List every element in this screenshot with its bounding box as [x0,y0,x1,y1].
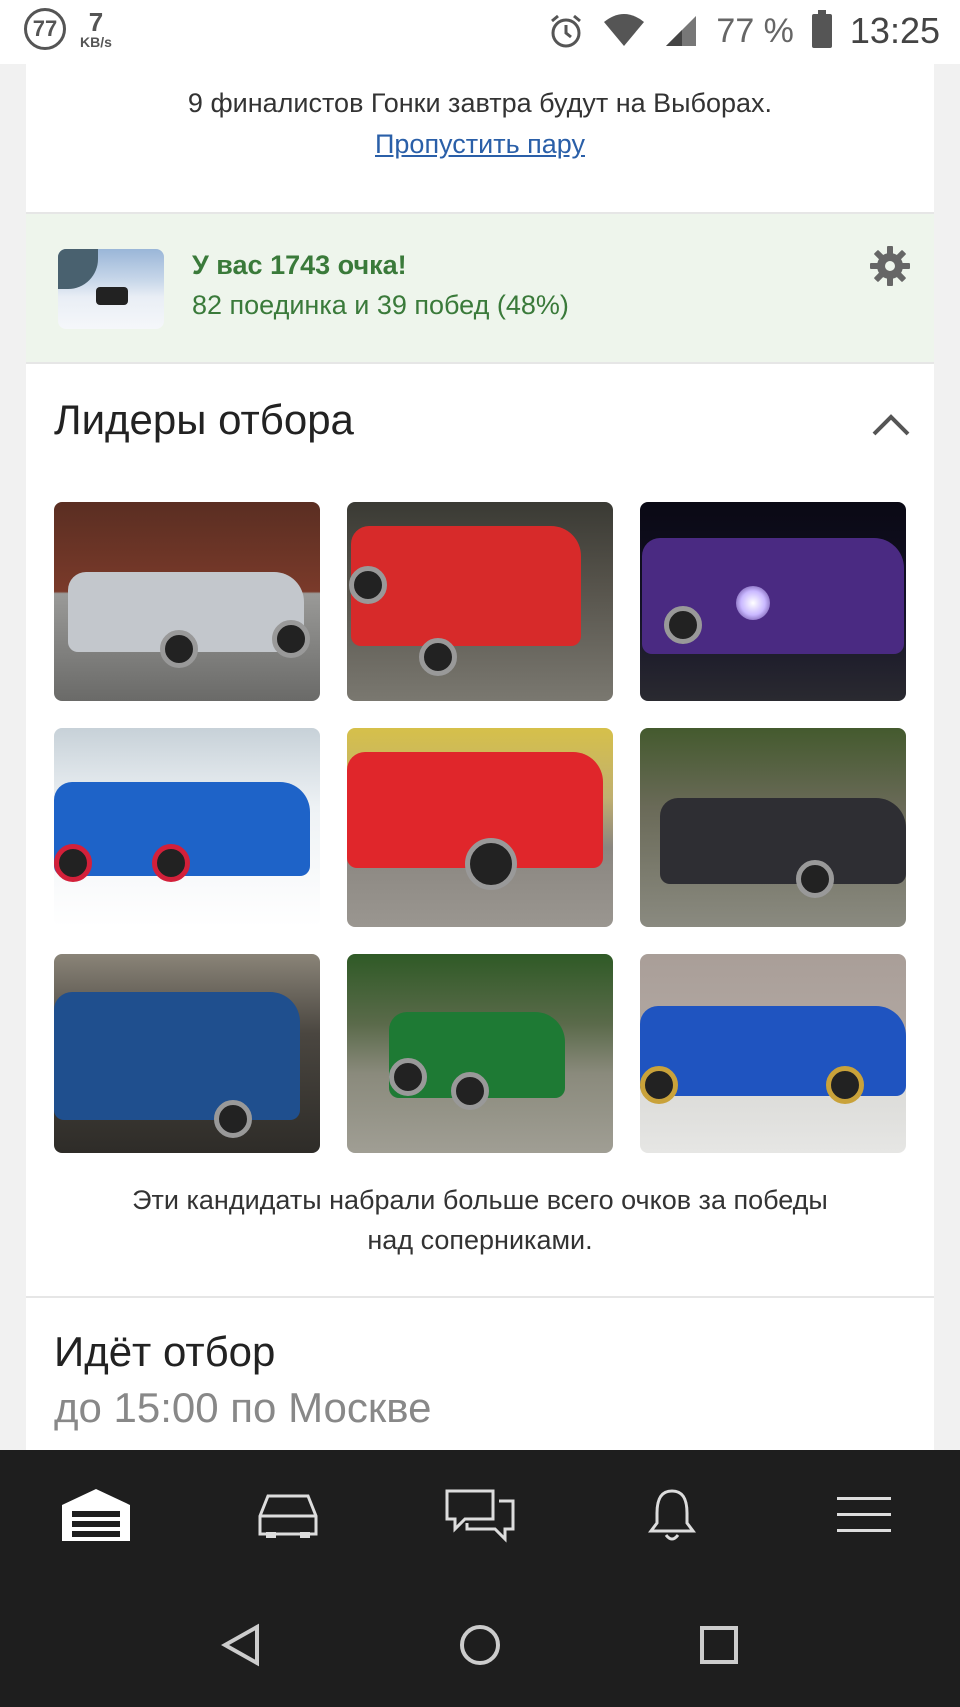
wifi-icon [604,14,645,46]
speed-value: 7 [88,7,104,37]
intro-text: 9 финалистов Гонки завтра будут на Выбор… [187,88,773,118]
leader-car-6[interactable] [640,728,906,927]
leader-car-3[interactable] [640,502,906,701]
recents-button[interactable] [694,1620,744,1670]
recents-icon [700,1626,738,1664]
back-icon [221,1623,259,1667]
leaders-note-line2: над соперниками. [367,1225,593,1255]
menu-icon [837,1497,891,1532]
garage-icon [62,1489,130,1541]
battery-icon [811,10,832,48]
speed-unit: KB/s [80,34,112,50]
nav-menu[interactable] [824,1480,904,1550]
nav-notifications[interactable] [632,1480,712,1550]
chevron-up-icon[interactable] [870,410,912,438]
bell-icon [648,1489,696,1541]
chat-icon [445,1489,515,1543]
alarm-icon [551,14,582,48]
clock: 13:25 [849,10,940,51]
leader-car-4[interactable] [54,728,320,927]
leaders-title: Лидеры отбора [54,396,354,443]
status-bar: 77 7 KB/s 77 % 13:25 [0,0,960,64]
leader-car-8[interactable] [347,954,613,1153]
score-panel: У вас 1743 очка! 82 поединка и 39 побед … [26,214,934,364]
battery-percentage: 77 % [716,11,794,50]
bottom-navigation [0,1450,960,1584]
home-button[interactable] [455,1620,505,1670]
nav-cars[interactable] [248,1480,328,1550]
back-button[interactable] [216,1620,266,1670]
home-icon [460,1625,500,1665]
car-icon [258,1494,318,1538]
notification-count-badge: 77 [24,8,66,50]
leader-car-5[interactable] [347,728,613,927]
race-deadline: до 15:00 по Москве [54,1384,432,1431]
leaders-header: Лидеры отбора [26,364,934,480]
score-title: У вас 1743 очка! [192,250,407,280]
skip-pair-link[interactable]: Пропустить пару [375,129,585,160]
race-title: Идёт отбор [54,1328,276,1375]
section-divider [26,1296,934,1298]
network-speed: 7 KB/s [80,9,112,49]
leader-car-1[interactable] [54,502,320,701]
nav-messages[interactable] [440,1480,520,1550]
leaders-note-line1: Эти кандидаты набрали больше всего очков… [132,1185,828,1215]
intro-section: 9 финалистов Гонки завтра будут на Выбор… [26,64,934,214]
leader-car-2[interactable] [347,502,613,701]
signal-icon [666,16,697,46]
user-car-avatar[interactable] [58,249,164,329]
leader-car-9[interactable] [640,954,906,1153]
leader-car-7[interactable] [54,954,320,1153]
leaders-note: Эти кандидаты набрали больше всего очков… [26,1180,934,1260]
system-navigation [0,1584,960,1707]
leaders-grid [54,502,906,1153]
nav-garage[interactable] [56,1480,136,1550]
gear-icon[interactable] [868,244,912,288]
score-stats: 82 поединка и 39 побед (48%) [192,290,569,320]
